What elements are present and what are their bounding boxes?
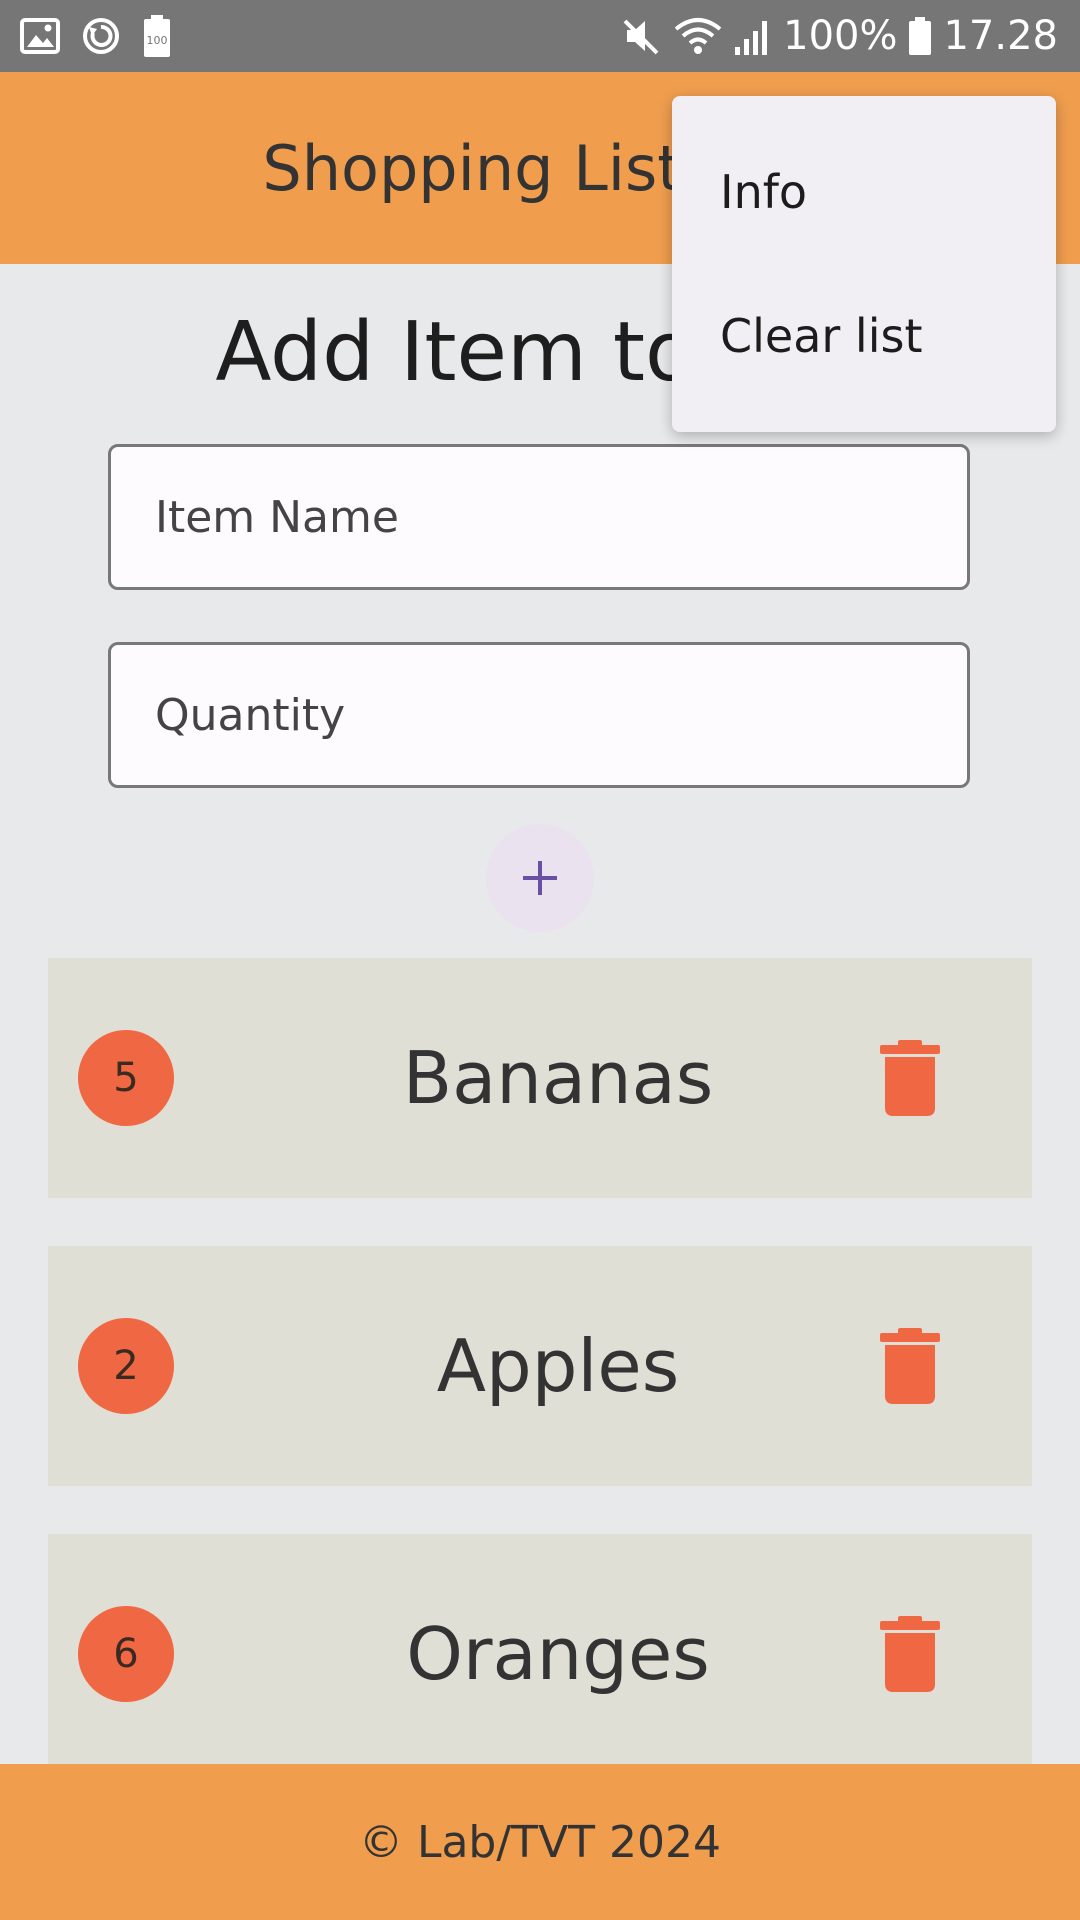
menu-item-clear-list[interactable]: Clear list [672, 264, 1056, 408]
item-name-field[interactable] [108, 444, 970, 590]
add-item-button[interactable] [486, 824, 594, 932]
trash-icon[interactable] [880, 1328, 940, 1404]
sync-icon [80, 15, 122, 57]
quantity-badge: 5 [78, 1030, 174, 1126]
svg-text:100: 100 [147, 34, 168, 47]
battery-saver-icon: 100 [142, 14, 172, 58]
list-item[interactable]: 2 Apples [48, 1246, 1032, 1486]
quantity-field[interactable] [108, 642, 970, 788]
image-icon [20, 16, 60, 56]
list-item[interactable]: 6 Oranges [48, 1534, 1032, 1774]
quantity-badge: 6 [78, 1606, 174, 1702]
footer-text: © Lab/TVT 2024 [358, 1816, 722, 1868]
status-bar-notifications: 100 [20, 14, 172, 58]
quantity-badge: 2 [78, 1318, 174, 1414]
status-bar-system: 100% 17.28 [621, 10, 1058, 62]
item-name-input[interactable] [111, 447, 967, 587]
clock: 17.28 [943, 13, 1058, 59]
plus-icon [523, 861, 557, 895]
battery-percent: 100% [783, 13, 898, 59]
status-bar: 100 100% 17.28 [0, 0, 1080, 72]
signal-icon [733, 15, 773, 57]
trash-icon[interactable] [880, 1040, 940, 1116]
wifi-icon [673, 15, 723, 57]
overflow-menu: Info Clear list [672, 96, 1056, 432]
item-name: Bananas [402, 1036, 714, 1120]
mute-icon [621, 15, 663, 57]
menu-item-info[interactable]: Info [672, 120, 1056, 264]
list-item[interactable]: 5 Bananas [48, 958, 1032, 1198]
quantity-input[interactable] [111, 645, 967, 785]
footer: © Lab/TVT 2024 [0, 1764, 1080, 1920]
menu-item-label: Clear list [720, 309, 923, 363]
battery-icon [907, 15, 933, 57]
item-name: Oranges [406, 1612, 710, 1696]
menu-item-label: Info [720, 165, 808, 219]
item-name: Apples [436, 1324, 680, 1408]
trash-icon[interactable] [880, 1616, 940, 1692]
